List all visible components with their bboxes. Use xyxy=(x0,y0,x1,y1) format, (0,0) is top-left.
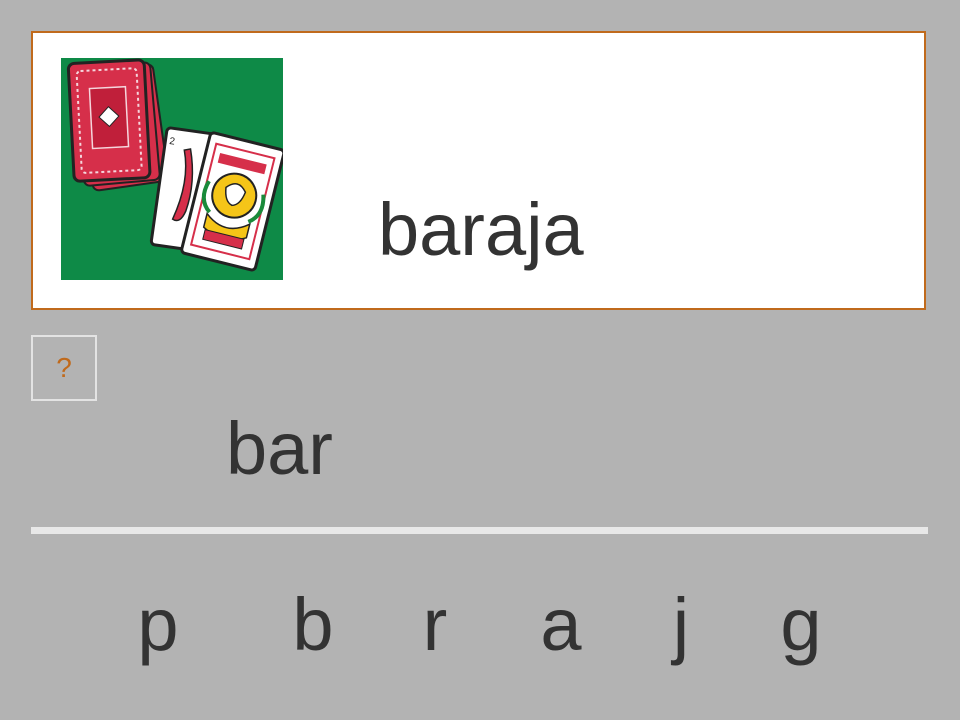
letter-tile[interactable]: g xyxy=(771,588,831,662)
letter-tile[interactable]: b xyxy=(283,588,343,662)
letter-tile[interactable]: j xyxy=(651,588,711,662)
letter-tile[interactable]: p xyxy=(128,588,188,662)
answer-text: bar xyxy=(226,407,333,490)
letter-tile[interactable]: a xyxy=(531,588,591,662)
help-button[interactable]: ? xyxy=(31,335,97,401)
divider-line xyxy=(31,527,928,534)
target-word: baraja xyxy=(378,188,584,271)
letter-tile[interactable]: r xyxy=(405,588,465,662)
spanish-playing-cards-icon: 2 xyxy=(61,58,283,280)
word-card: 2 baraja xyxy=(31,31,926,310)
